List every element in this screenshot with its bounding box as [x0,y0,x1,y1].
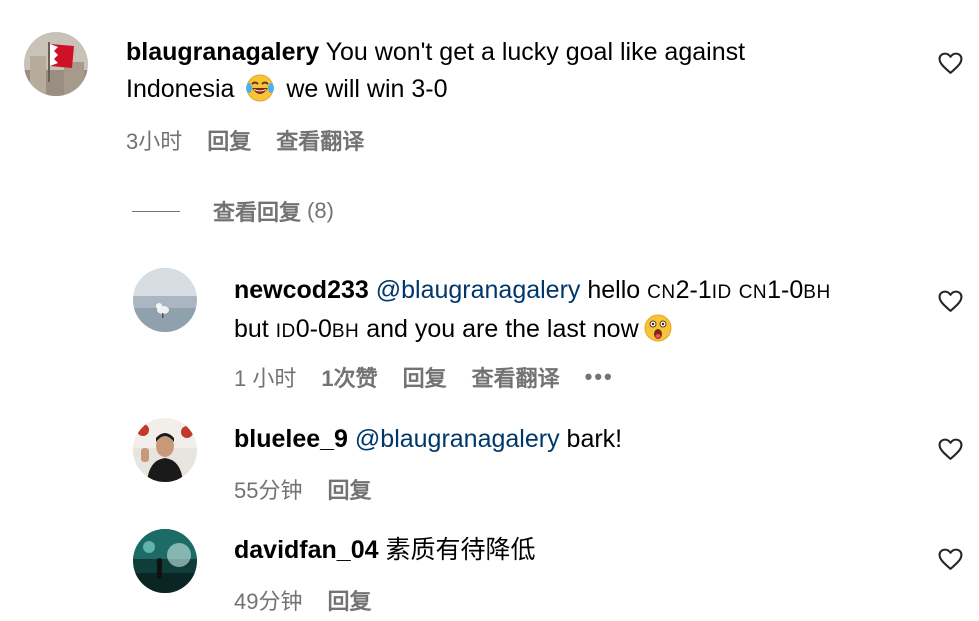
avatar[interactable] [133,418,197,482]
reply-body: bark! [566,425,623,453]
reply-text: newcod233 @blaugranagalery hello CN2-1ID… [234,272,924,350]
reply-time: 49分钟 [234,589,303,614]
score: 2-1 [675,276,712,304]
reply-button[interactable]: 回复 [403,361,447,393]
reply-body: hello [587,276,641,304]
translate-button[interactable]: 查看翻译 [472,361,560,393]
heart-icon[interactable] [938,290,963,313]
avatar[interactable] [24,32,88,96]
country-code: BH [331,321,360,342]
comment-meta: 3小时 回复 查看翻译 [126,125,364,155]
likes-count[interactable]: 1次赞 [321,361,377,393]
reply-body: and you are the last now [366,315,639,343]
heart-icon[interactable] [938,548,963,571]
country-code: CN [738,282,768,303]
mention-link[interactable]: @blaugranagalery [376,276,581,304]
reply-username[interactable]: bluelee_9 [234,425,348,453]
comment-text: blaugranagalery You won't get a lucky go… [126,34,906,108]
score: 0-0 [295,315,332,343]
country-code: BH [803,282,831,303]
reply-time: 1 小时 [234,366,297,391]
country-code: CN [647,282,676,303]
reply-meta: 49分钟 回复 [234,585,372,615]
heart-icon[interactable] [938,52,963,75]
comment-body: Indonesia [126,75,235,103]
view-replies-count: (8) [307,198,334,223]
reply-button[interactable]: 回复 [327,473,371,505]
comment-body: we will win 3-0 [286,75,448,103]
comment-body: You won't get a lucky goal like against [325,38,746,66]
translate-button[interactable]: 查看翻译 [276,124,364,156]
score: 1-0 [767,276,804,304]
reply-text: davidfan_04 素质有待降低 [234,532,924,569]
avatar[interactable] [133,529,197,593]
mention-link[interactable]: @blaugranagalery [355,425,560,453]
comment-time: 3小时 [126,129,183,154]
country-code: ID [275,321,296,342]
reply-body: but [234,315,269,343]
reply-username[interactable]: newcod233 [234,276,369,304]
view-replies-toggle[interactable]: 查看回复 (8) [132,196,334,226]
comment-username[interactable]: blaugranagalery [126,38,319,66]
reply-time: 55分钟 [234,478,303,503]
more-dots-icon[interactable]: ••• [585,364,614,390]
reply-meta: 1 小时 1次赞 回复 查看翻译 ••• [234,362,614,392]
view-replies-label: 查看回复 [213,200,302,225]
reply-button[interactable]: 回复 [207,124,251,156]
laughing-emoji-icon [245,73,275,103]
country-code: ID [711,282,732,303]
avatar[interactable] [133,268,197,332]
reply-meta: 55分钟 回复 [234,474,372,504]
astonished-emoji-icon [643,313,673,343]
reply-button[interactable]: 回复 [327,584,371,616]
heart-icon[interactable] [938,438,963,461]
reply-username[interactable]: davidfan_04 [234,536,379,564]
reply-text: bluelee_9 @blaugranagalery bark! [234,421,924,458]
divider-line [132,210,180,212]
reply-body: 素质有待降低 [385,536,536,564]
